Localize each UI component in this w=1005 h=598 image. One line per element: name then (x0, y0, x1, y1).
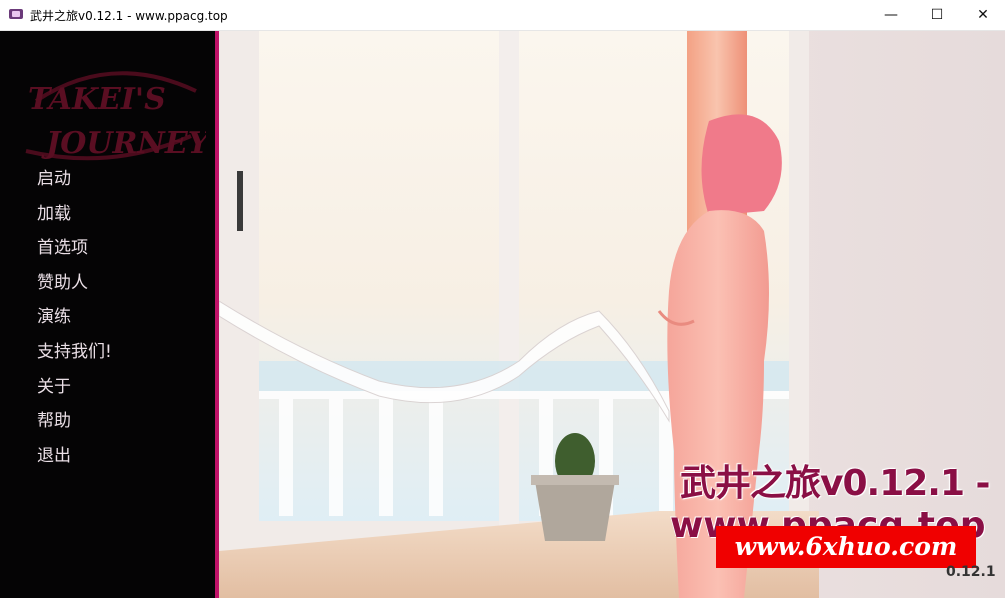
watermark-banner-text: www.6xhuo.com (734, 532, 958, 561)
game-logo: TAKEI'S JOURNEY (25, 71, 206, 161)
logo-line2: JOURNEY (41, 126, 206, 161)
menu-item-patrons[interactable]: 赞助人 (37, 268, 112, 303)
game-window: TAKEI'S JOURNEY 启动 加载 首选项 赞助人 演练 支持我们! 关… (0, 31, 1005, 598)
menu-item-quit[interactable]: 退出 (37, 441, 112, 476)
window-mullion (499, 31, 519, 531)
logo-line1: TAKEI'S (28, 82, 166, 117)
menu-item-walkthrough[interactable]: 演练 (37, 302, 112, 337)
menu-item-help[interactable]: 帮助 (37, 406, 112, 441)
window-title: 武井之旅v0.12.1 - www.ppacg.top (30, 9, 228, 23)
menu-item-about[interactable]: 关于 (37, 372, 112, 407)
menu-panel-edge (215, 31, 219, 598)
title-bar[interactable]: 武井之旅v0.12.1 - www.ppacg.top — ☐ ✕ (0, 0, 1005, 31)
watermark-banner: www.6xhuo.com (716, 526, 976, 568)
menu-item-load[interactable]: 加载 (37, 199, 112, 234)
main-menu: 启动 加载 首选项 赞助人 演练 支持我们! 关于 帮助 退出 (37, 164, 112, 475)
maximize-button[interactable]: ☐ (914, 0, 960, 30)
menu-item-start[interactable]: 启动 (37, 164, 112, 199)
menu-item-preferences[interactable]: 首选项 (37, 233, 112, 268)
menu-item-support-us[interactable]: 支持我们! (37, 337, 112, 372)
game-app-icon (9, 9, 23, 19)
watermark-title: 武井之旅v0.12.1 - (680, 463, 990, 504)
window-handle (237, 171, 243, 231)
version-label: 0.12.1 (946, 564, 996, 580)
minimize-button[interactable]: — (868, 0, 914, 30)
close-button[interactable]: ✕ (960, 0, 1005, 30)
